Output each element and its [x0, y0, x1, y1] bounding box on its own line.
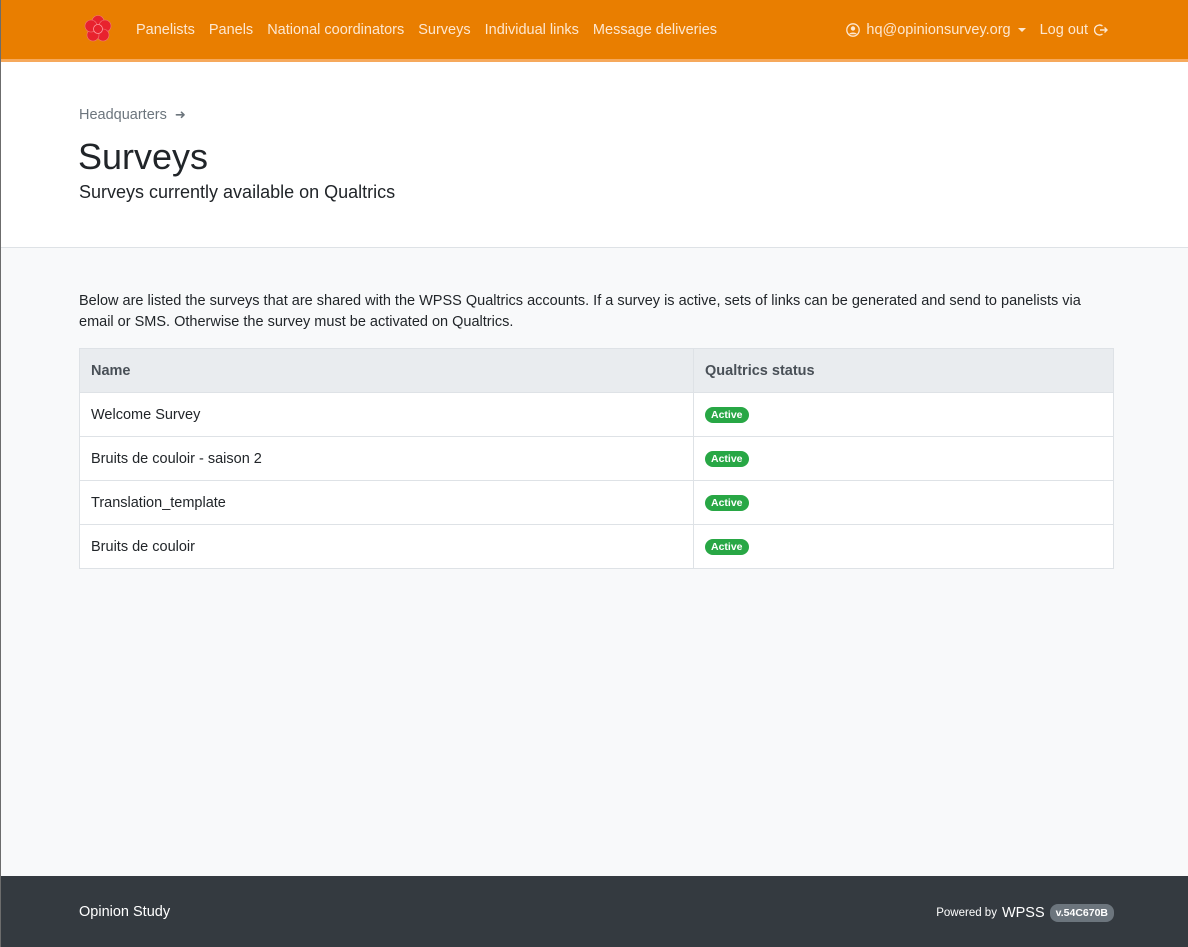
top-navbar: Panelists Panels National coordinators S… [0, 0, 1188, 62]
footer-powered-by: Powered by WPSS v.54C670B [936, 904, 1114, 922]
caret-down-icon [1017, 27, 1026, 32]
window-edge [0, 0, 1, 947]
nav-link-panels[interactable]: Panels [202, 22, 260, 38]
powered-by-label: Powered by [936, 907, 997, 919]
breadcrumb: Headquarters ➜ [79, 107, 186, 123]
user-circle-icon [846, 22, 861, 37]
logout-link[interactable]: Log out [1040, 22, 1108, 38]
nav-link-surveys[interactable]: Surveys [411, 22, 477, 38]
product-name: WPSS [1001, 905, 1045, 921]
status-cell: Active [693, 480, 1114, 525]
status-badge: Active [705, 538, 749, 556]
column-header-status[interactable]: Qualtrics status [693, 348, 1114, 393]
version-badge: v.54C670B [1049, 904, 1114, 922]
main-nav: Panelists Panels National coordinators S… [129, 0, 724, 59]
table-row: Bruits de couloir - saison 2 Active [79, 436, 1114, 481]
nav-link-national-coordinators[interactable]: National coordinators [260, 22, 411, 38]
survey-name: Bruits de couloir [79, 524, 694, 569]
nav-link-panelists[interactable]: Panelists [129, 22, 202, 38]
page-footer: Opinion Study Powered by WPSS v.54C670B [0, 876, 1188, 947]
footer-brand: Opinion Study [79, 904, 171, 920]
table-row: Translation_template Active [79, 480, 1114, 525]
user-nav: hq@opinionsurvey.org Log out [846, 0, 1108, 59]
survey-name: Translation_template [79, 480, 694, 525]
surveys-table: Name Qualtrics status Welcome Survey Act… [79, 348, 1114, 569]
survey-name: Welcome Survey [79, 392, 694, 437]
page-subtitle: Surveys currently available on Qualtrics [79, 182, 396, 202]
column-header-name[interactable]: Name [79, 348, 694, 393]
page-header: Headquarters ➜ Surveys Surveys currently… [0, 62, 1188, 248]
sign-out-icon [1094, 23, 1108, 36]
status-badge: Active [705, 494, 749, 512]
arrow-right-icon: ➜ [174, 107, 186, 122]
status-badge: Active [705, 406, 749, 424]
status-cell: Active [693, 524, 1114, 569]
table-row: Welcome Survey Active [79, 392, 1114, 437]
user-menu-dropdown[interactable]: hq@opinionsurvey.org [846, 21, 1026, 38]
user-email: hq@opinionsurvey.org [866, 21, 1011, 38]
status-cell: Active [693, 436, 1114, 481]
intro-text: Below are listed the surveys that are sh… [79, 293, 1081, 330]
status-cell: Active [693, 392, 1114, 437]
breadcrumb-headquarters[interactable]: Headquarters [79, 107, 167, 123]
page-title: Surveys [78, 136, 209, 177]
table-header-row: Name Qualtrics status [79, 348, 1114, 393]
nav-link-individual-links[interactable]: Individual links [478, 22, 586, 38]
table-row: Bruits de couloir Active [79, 524, 1114, 569]
survey-name: Bruits de couloir - saison 2 [79, 436, 694, 481]
flower-logo-icon[interactable] [83, 14, 113, 44]
logout-label: Log out [1039, 21, 1088, 38]
status-badge: Active [705, 450, 749, 468]
nav-link-message-deliveries[interactable]: Message deliveries [586, 22, 724, 38]
